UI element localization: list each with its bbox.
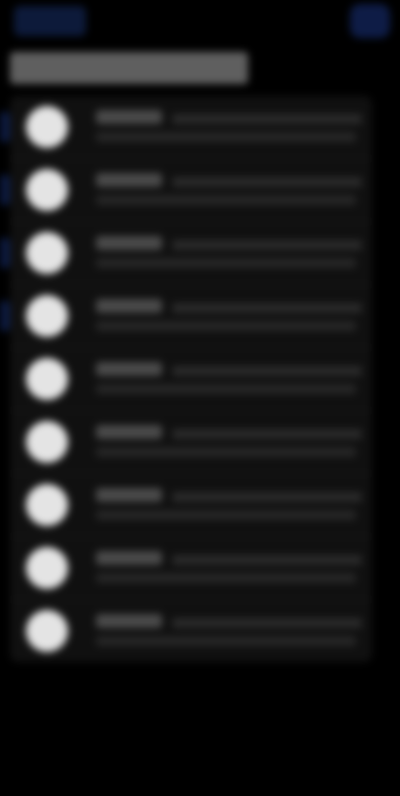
app-screen bbox=[0, 0, 400, 796]
avatar bbox=[26, 295, 68, 337]
list-item[interactable] bbox=[0, 285, 372, 348]
list-item-value bbox=[172, 303, 362, 313]
row-accent bbox=[0, 238, 10, 268]
list-item-value bbox=[172, 240, 362, 250]
list-item-name bbox=[96, 425, 162, 439]
back-button[interactable] bbox=[14, 6, 86, 36]
list-item[interactable] bbox=[10, 348, 372, 411]
avatar bbox=[26, 484, 68, 526]
list-item[interactable] bbox=[10, 411, 372, 474]
page-title bbox=[10, 52, 248, 84]
list-item-name bbox=[96, 299, 162, 313]
row-accent bbox=[0, 175, 10, 205]
list-item-name bbox=[96, 488, 162, 502]
list-item-value bbox=[172, 555, 362, 565]
row-accent bbox=[0, 112, 10, 142]
list-item[interactable] bbox=[0, 96, 372, 159]
avatar bbox=[26, 358, 68, 400]
avatar bbox=[26, 232, 68, 274]
list-item-name bbox=[96, 110, 162, 124]
list-item-subtitle bbox=[96, 195, 356, 205]
list-item-subtitle bbox=[96, 258, 356, 268]
avatar bbox=[26, 169, 68, 211]
avatar bbox=[26, 610, 68, 652]
item-list bbox=[0, 96, 372, 662]
list-item-subtitle bbox=[96, 321, 356, 331]
list-item-name bbox=[96, 173, 162, 187]
list-item[interactable] bbox=[10, 474, 372, 537]
top-bar bbox=[0, 0, 400, 44]
avatar bbox=[26, 547, 68, 589]
avatar bbox=[26, 421, 68, 463]
list-item[interactable] bbox=[10, 537, 372, 600]
list-item-value bbox=[172, 177, 362, 187]
list-item-subtitle bbox=[96, 510, 356, 520]
list-item-name bbox=[96, 614, 162, 628]
list-item-value bbox=[172, 492, 362, 502]
list-item-value bbox=[172, 114, 362, 124]
list-item-subtitle bbox=[96, 132, 356, 142]
list-item-name bbox=[96, 551, 162, 565]
list-item-value bbox=[172, 366, 362, 376]
list-item-value bbox=[172, 429, 362, 439]
list-item-subtitle bbox=[96, 636, 356, 646]
avatar bbox=[26, 106, 68, 148]
list-item-subtitle bbox=[96, 384, 356, 394]
list-item[interactable] bbox=[10, 600, 372, 662]
list-item-name bbox=[96, 362, 162, 376]
list-item[interactable] bbox=[0, 159, 372, 222]
action-button[interactable] bbox=[350, 4, 390, 38]
list-item-subtitle bbox=[96, 573, 356, 583]
list-item[interactable] bbox=[0, 222, 372, 285]
row-accent bbox=[0, 301, 10, 331]
list-item-value bbox=[172, 618, 362, 628]
list-item-name bbox=[96, 236, 162, 250]
list-item-subtitle bbox=[96, 447, 356, 457]
